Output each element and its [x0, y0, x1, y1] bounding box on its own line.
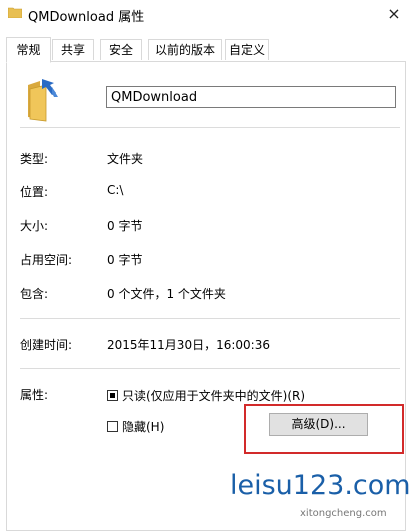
tab-strip: 常规 共享 安全 以前的版本 自定义	[0, 30, 413, 63]
size-value: 0 字节	[107, 219, 143, 233]
title-bar: QMDownload 属性 ×	[0, 0, 413, 30]
attributes-label: 属性:	[20, 388, 49, 402]
folder-icon	[8, 7, 22, 18]
hidden-checkbox[interactable]	[107, 421, 118, 432]
readonly-label[interactable]: 只读(仅应用于文件夹中的文件)(R)	[122, 387, 305, 404]
tab-sharing[interactable]: 共享	[52, 39, 94, 60]
type-value: 文件夹	[107, 152, 144, 166]
readonly-checkbox[interactable]	[107, 390, 118, 401]
disk-size-value: 0 字节	[107, 253, 143, 267]
separator	[20, 368, 400, 369]
close-icon[interactable]: ×	[384, 4, 404, 24]
watermark-subtext: xitongcheng.com	[300, 508, 387, 519]
disk-size-label: 占用空间:	[20, 253, 73, 267]
location-label: 位置:	[20, 185, 49, 199]
contains-value: 0 个文件，1 个文件夹	[107, 287, 226, 301]
advanced-button[interactable]: 高级(D)...	[269, 413, 368, 436]
tab-general[interactable]: 常规	[6, 37, 51, 63]
tab-security[interactable]: 安全	[100, 39, 142, 60]
created-value: 2015年11月30日，16:00:36	[107, 338, 270, 352]
created-label: 创建时间:	[20, 338, 73, 352]
contains-label: 包含:	[20, 287, 49, 301]
folder-name-input[interactable]	[106, 86, 396, 108]
folder-shortcut-icon	[28, 79, 58, 122]
location-value: C:\	[107, 183, 124, 197]
tab-customize[interactable]: 自定义	[225, 39, 269, 60]
type-label: 类型:	[20, 152, 49, 166]
separator	[20, 318, 400, 319]
size-label: 大小:	[20, 219, 49, 233]
tab-previous-versions[interactable]: 以前的版本	[148, 39, 222, 60]
watermark-text: leisu123.com	[230, 470, 411, 501]
separator	[20, 127, 400, 128]
window-title: QMDownload 属性	[28, 10, 145, 25]
hidden-label[interactable]: 隐藏(H)	[122, 418, 164, 435]
